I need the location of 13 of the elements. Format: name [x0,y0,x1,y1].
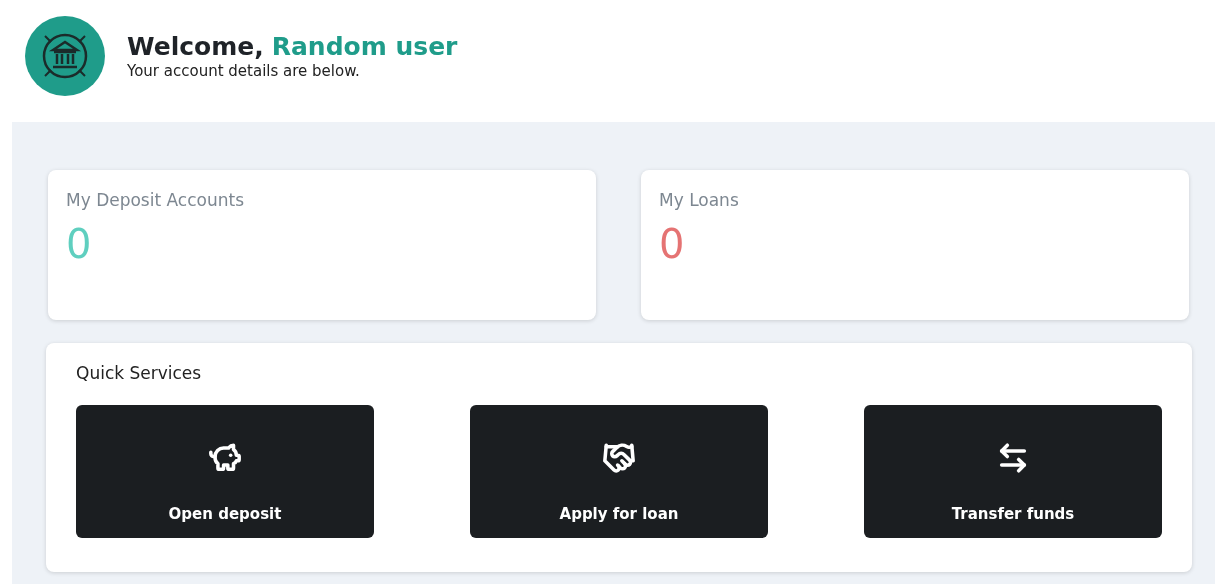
stat-label: My Loans [659,190,740,210]
service-button[interactable]: Open deposit [76,405,374,538]
quick-services-title: Quick Services [76,363,203,383]
subtitle: Your account details are below. [127,62,361,80]
user-name: Random user [271,32,458,62]
stat-value: 0 [66,222,93,266]
service-button[interactable]: Apply for loan [470,405,768,538]
bank-logo-icon [25,16,105,96]
stat-value: 0 [659,222,686,266]
handshake-icon [602,440,636,475]
welcome-title: Welcome, [127,32,264,62]
stat-label: My Deposit Accounts [66,190,246,210]
service-button[interactable]: Transfer funds [864,405,1162,538]
